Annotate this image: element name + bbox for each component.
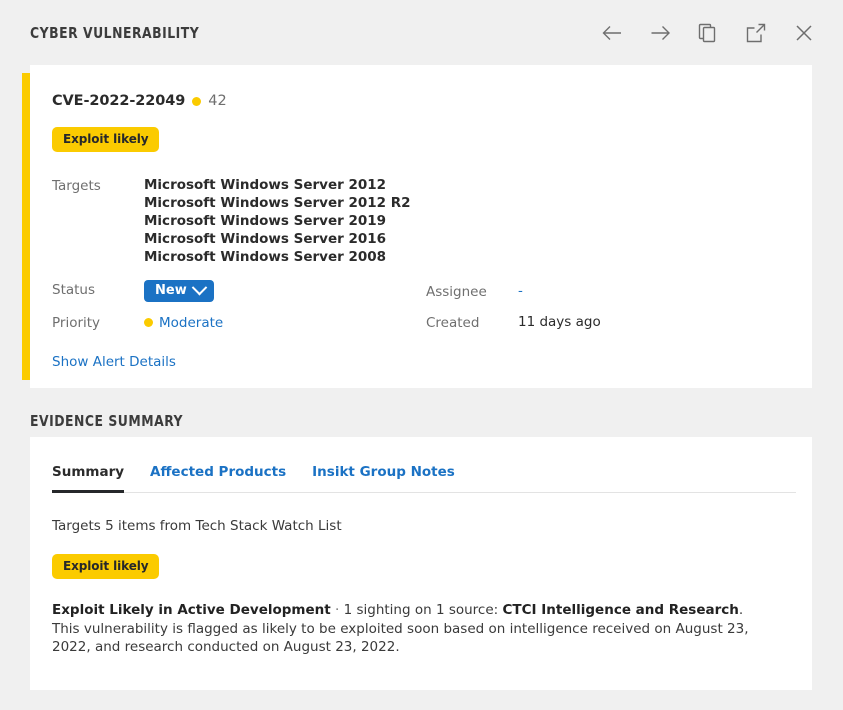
cve-id: CVE-2022-22049 xyxy=(52,93,185,109)
back-icon[interactable] xyxy=(601,22,623,44)
list-item: Microsoft Windows Server 2008 xyxy=(144,248,411,266)
status-dropdown[interactable]: New xyxy=(144,280,214,302)
list-item: Microsoft Windows Server 2012 xyxy=(144,176,411,194)
alert-fields: Targets Microsoft Windows Server 2012 Mi… xyxy=(52,176,790,332)
list-item: Microsoft Windows Server 2012 R2 xyxy=(144,194,411,212)
list-item: Microsoft Windows Server 2016 xyxy=(144,230,411,248)
evidence-badge-row: Exploit likely xyxy=(52,554,790,579)
created-value: 11 days ago xyxy=(518,313,601,332)
assignee-label: Assignee xyxy=(426,282,518,301)
evidence-sighting-count: 1 sighting on 1 source: xyxy=(344,602,499,618)
tab-insikt-group-notes[interactable]: Insikt Group Notes xyxy=(312,464,455,492)
priority-value[interactable]: Moderate xyxy=(159,314,223,332)
status-row: Status New Assignee - xyxy=(52,280,790,302)
priority-dot-icon xyxy=(144,318,153,327)
alert-badge-row: Exploit likely xyxy=(52,127,790,152)
evidence-tabs: Summary Affected Products Insikt Group N… xyxy=(52,437,796,493)
tab-affected-products[interactable]: Affected Products xyxy=(150,464,286,492)
targets-list: Microsoft Windows Server 2012 Microsoft … xyxy=(144,176,411,266)
assignee-value[interactable]: - xyxy=(518,283,523,299)
show-alert-details-link[interactable]: Show Alert Details xyxy=(52,354,176,370)
page-title: CYBER VULNERABILITY xyxy=(30,24,199,42)
severity-accent-bar xyxy=(22,73,30,380)
targets-label: Targets xyxy=(52,176,144,195)
evidence-status-badge: Exploit likely xyxy=(52,554,159,579)
evidence-headline: Exploit Likely in Active Development xyxy=(52,602,331,618)
status-badge: Exploit likely xyxy=(52,127,159,152)
copy-icon[interactable] xyxy=(697,22,719,44)
targets-row: Targets Microsoft Windows Server 2012 Mi… xyxy=(52,176,790,266)
status-dropdown-value: New xyxy=(155,284,187,297)
header-actions xyxy=(601,22,815,44)
evidence-summary-card: Summary Affected Products Insikt Group N… xyxy=(30,437,812,690)
cve-header: CVE-2022-22049 42 xyxy=(52,93,790,109)
evidence-paragraph: Exploit Likely in Active Development · 1… xyxy=(52,601,760,657)
list-item: Microsoft Windows Server 2019 xyxy=(144,212,411,230)
evidence-body: Targets 5 items from Tech Stack Watch Li… xyxy=(30,518,812,657)
created-label: Created xyxy=(426,313,518,332)
open-external-icon[interactable] xyxy=(745,22,767,44)
panel-header: CYBER VULNERABILITY xyxy=(0,0,843,65)
cyber-vulnerability-panel: CYBER VULNERABILITY xyxy=(0,0,843,710)
tab-summary[interactable]: Summary xyxy=(52,464,124,493)
evidence-section-title: EVIDENCE SUMMARY xyxy=(30,412,183,430)
priority-row: Priority Moderate Created 11 days ago xyxy=(52,313,790,332)
risk-score: 42 xyxy=(208,93,226,109)
status-label: Status xyxy=(52,280,144,302)
alert-card: CVE-2022-22049 42 Exploit likely Targets… xyxy=(30,65,812,388)
priority-label: Priority xyxy=(52,313,144,332)
evidence-lead-text: Targets 5 items from Tech Stack Watch Li… xyxy=(52,518,790,534)
risk-score-dot xyxy=(192,97,201,106)
evidence-source: CTCI Intelligence and Research xyxy=(503,602,739,618)
forward-icon[interactable] xyxy=(649,22,671,44)
evidence-separator: · xyxy=(335,602,339,618)
close-icon[interactable] xyxy=(793,22,815,44)
chevron-down-icon xyxy=(191,280,207,296)
